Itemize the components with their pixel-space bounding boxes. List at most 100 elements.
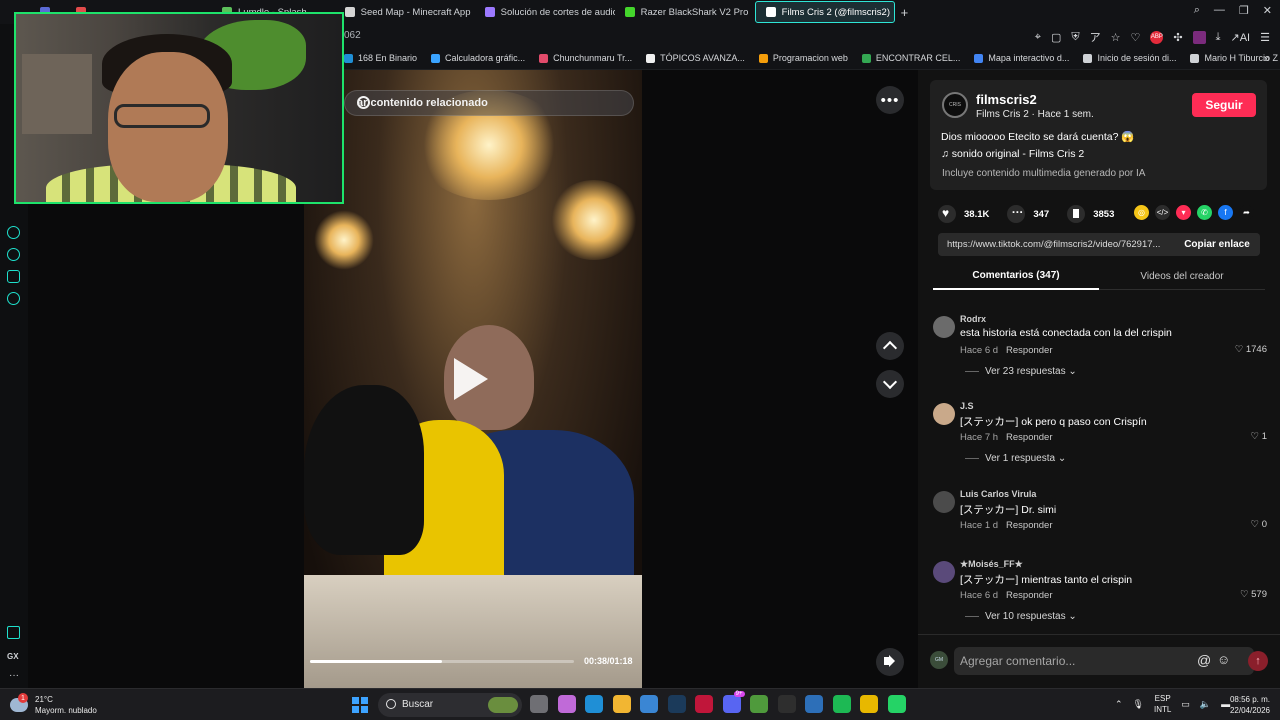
previous-video-button[interactable] [876, 332, 904, 360]
browser-tab[interactable]: Razer BlackShark V2 Pro [615, 1, 755, 23]
share-arrow-icon[interactable]: ➦ [1239, 205, 1254, 220]
bookmark-item[interactable]: TÓPICOS AVANZA... [646, 53, 745, 63]
commenter-name[interactable]: Luis Carlos Virula [960, 489, 1036, 499]
task-view-icon[interactable] [530, 695, 548, 713]
bookmark-item[interactable]: ENCONTRAR CEL... [861, 53, 960, 63]
epic-games-icon[interactable] [777, 695, 796, 713]
tab-creator-videos[interactable]: Videos del creador [1099, 262, 1265, 290]
bookmarks-overflow-icon[interactable]: » [1264, 53, 1270, 65]
start-button[interactable] [352, 697, 368, 713]
restore-icon[interactable]: ❐ [1239, 4, 1249, 17]
browser-tab-active[interactable]: Films Cris 2 (@filmscris2) [754, 1, 895, 23]
bookmark-item[interactable]: Chunchunmaru Tr... [539, 53, 632, 63]
comment-like-button[interactable]: 0 [1251, 519, 1267, 530]
sidebar-settings-icon[interactable] [7, 292, 20, 305]
new-tab-button[interactable]: + [901, 5, 909, 20]
browser-tab[interactable]: Seed Map - Minecraft App [335, 1, 475, 23]
bookmark-item[interactable]: Inicio de sesión di... [1083, 53, 1176, 63]
whatsapp-icon[interactable]: ✆ [1197, 205, 1212, 220]
close-icon[interactable]: ✕ [1263, 4, 1272, 17]
steam-icon[interactable] [667, 695, 686, 713]
whatsapp-desktop-icon[interactable] [887, 695, 906, 713]
edge-icon[interactable] [585, 695, 603, 713]
store-icon[interactable] [640, 695, 658, 713]
bookmark-item[interactable]: Programacion web [758, 53, 848, 63]
volume-button[interactable] [876, 648, 904, 676]
adblock-icon[interactable]: ABP [1150, 30, 1164, 44]
tab-comments[interactable]: Comentarios (347) [933, 262, 1099, 290]
gx-label[interactable]: GX [7, 652, 19, 661]
taskbar-search[interactable]: Buscar [378, 693, 522, 717]
view-replies-link[interactable]: Ver 10 respuestas ⌄ [985, 611, 1077, 622]
embed-icon[interactable]: </> [1155, 205, 1170, 220]
follow-button[interactable]: Seguir [1192, 93, 1256, 117]
commenter-avatar[interactable] [933, 316, 955, 338]
bookmark-item[interactable]: Mapa interactivo d... [974, 53, 1069, 63]
volume-icon[interactable]: 🔈 [1200, 699, 1211, 710]
reply-link[interactable]: Responder [1006, 432, 1052, 443]
search-tabs-icon[interactable]: ⌕ [1194, 4, 1200, 17]
sidebar-gx-control-icon[interactable] [7, 626, 20, 639]
discord-icon[interactable]: 9+ [722, 691, 745, 713]
music-link[interactable]: ♫ sonido original - Films Cris 2 [941, 148, 1084, 160]
send-comment-button[interactable]: ↑ [1248, 651, 1268, 671]
sidebar-extensions-icon[interactable] [7, 270, 20, 283]
bookmark-item[interactable]: 168 En Binario [344, 53, 417, 63]
url-field[interactable]: 062 [344, 30, 361, 41]
pin-icon[interactable]: ⌖ [1035, 31, 1041, 44]
mention-icon[interactable]: @ [1197, 652, 1211, 668]
minecraft-icon[interactable] [750, 695, 768, 713]
vpn-shield-icon[interactable]: ⛨ [1071, 31, 1079, 44]
comment-button[interactable]: 347 [1007, 202, 1049, 223]
commenter-avatar[interactable] [933, 491, 955, 513]
video-player[interactable]: 00:38/01:18 [304, 70, 642, 688]
sidebar-player-icon[interactable] [7, 226, 20, 239]
network-icon[interactable]: ▭ [1181, 699, 1190, 710]
send-icon[interactable]: ▾ [1176, 205, 1191, 220]
sidebar-more-icon[interactable]: ··· [9, 670, 19, 681]
language-indicator[interactable]: ESP INTL [1154, 693, 1171, 715]
comment-like-button[interactable]: 579 [1240, 589, 1267, 600]
battery-icon[interactable]: ▬ [1221, 699, 1230, 709]
snapshot-icon[interactable]: ▢ [1051, 31, 1061, 44]
view-replies-link[interactable]: Ver 1 respuesta ⌄ [985, 453, 1066, 464]
chrome-icon[interactable] [860, 695, 878, 713]
minimize-icon[interactable]: — [1214, 4, 1225, 17]
commenter-avatar[interactable] [933, 561, 955, 583]
file-explorer-icon[interactable] [612, 695, 631, 713]
extension-avatar-icon[interactable] [1192, 30, 1206, 44]
emoji-icon[interactable]: ☺ [1217, 652, 1230, 667]
bookmark-item[interactable]: Calculadora gráfic... [431, 53, 525, 63]
next-video-button[interactable] [876, 370, 904, 398]
search-icon[interactable] [357, 96, 370, 109]
video-progress-bar[interactable] [310, 660, 574, 663]
save-button[interactable]: 3853 [1067, 205, 1114, 223]
coin-icon[interactable]: ◎ [1134, 205, 1149, 220]
creator-handle[interactable]: filmscris2 [976, 92, 1037, 107]
spotify-icon[interactable] [832, 695, 851, 713]
menu-icon[interactable]: ☰ [1260, 31, 1270, 44]
more-options-button[interactable]: ••• [876, 86, 904, 114]
comment-like-button[interactable]: 1746 [1235, 344, 1267, 355]
reply-link[interactable]: Responder [1006, 520, 1052, 531]
heart-icon[interactable]: ♡ [1131, 31, 1141, 44]
sidebar-history-icon[interactable] [7, 248, 20, 261]
aria-ai-button[interactable]: ↗AI [1231, 31, 1251, 44]
play-icon[interactable] [454, 358, 488, 400]
video-link-text[interactable]: https://www.tiktok.com/@filmscris2/video… [947, 239, 1177, 250]
taskbar-clock[interactable]: 08:56 p. m. 22/04/2026 [1230, 694, 1270, 716]
reply-link[interactable]: Responder [1006, 345, 1052, 356]
copy-link-button[interactable]: Copiar enlace [1174, 233, 1260, 256]
download-icon[interactable]: ⤓ [1216, 31, 1221, 44]
user-avatar[interactable]: GM [930, 651, 948, 669]
commenter-name[interactable]: J.S [960, 401, 974, 411]
facebook-icon[interactable]: f [1218, 205, 1233, 220]
launcher-icon[interactable] [805, 695, 823, 713]
commenter-name[interactable]: Rodrx [960, 314, 986, 324]
reply-link[interactable]: Responder [1006, 590, 1052, 601]
weather-widget[interactable]: 1 21°C Mayorm. nublado [10, 693, 97, 716]
like-button[interactable]: 38.1K [938, 205, 989, 223]
related-search-field[interactable]: ar contenido relacionado [344, 90, 634, 116]
tray-overflow-icon[interactable]: ⌃ [1115, 699, 1123, 710]
bookmark-star-icon[interactable]: ☆ [1111, 31, 1121, 44]
